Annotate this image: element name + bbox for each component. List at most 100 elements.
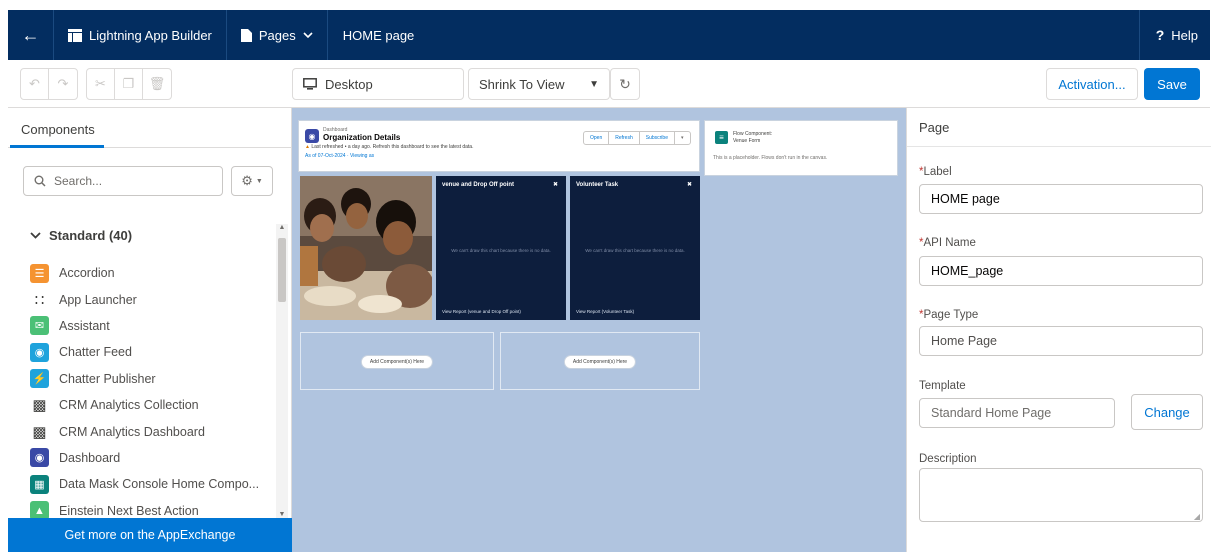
cut-button[interactable]: ✂ [87, 69, 115, 99]
dashboard-refresh-button[interactable]: Refresh [609, 132, 640, 144]
component-list: ☰ Accordion ∷ App Launcher ✉ Assistant ◉ Chatte… [30, 260, 280, 524]
component-search-input[interactable]: Search... [23, 166, 223, 196]
app-launcher-icon: ∷ [34, 291, 45, 309]
arrow-left-icon: ← [21, 24, 40, 45]
component-item[interactable]: ◉ Chatter Feed [30, 339, 280, 365]
dashboard-open-button[interactable]: Open [584, 132, 610, 144]
scrollbar-thumb[interactable] [278, 238, 286, 302]
components-panel: Components Search... ⚙ ▼ Standard (40) ☰… [8, 108, 292, 552]
redo-icon: ↷ [57, 76, 69, 91]
component-item-label: Assistant [59, 318, 110, 333]
dashboard-component[interactable]: ◉ Dashboard Organization Details ▲ Last … [298, 120, 700, 172]
component-item[interactable]: ◉ Dashboard [30, 445, 280, 471]
undo-button[interactable]: ↶ [21, 69, 49, 99]
search-placeholder: Search... [54, 174, 103, 188]
label-field-label: *Label [919, 166, 952, 178]
dashboard-subscribe-button[interactable]: Subscribe [640, 132, 675, 144]
change-template-button[interactable]: Change [1131, 394, 1203, 430]
caret-down-icon: ▼ [255, 177, 263, 185]
expand-icon[interactable]: ✖ [687, 181, 692, 188]
standard-section-header[interactable]: Standard (40) [30, 228, 132, 243]
component-item-label: Accordion [59, 266, 115, 281]
report-chart-volunteer[interactable]: Volunteer Task ✖ We can't draw this char… [570, 176, 700, 320]
dashboard-more-button[interactable]: ▾ [675, 132, 690, 144]
analytics-dashboard-icon: ▩ [32, 423, 47, 441]
back-button[interactable]: ← [8, 10, 54, 60]
scroll-down-icon[interactable]: ▼ [276, 511, 288, 518]
redo-button[interactable]: ↷ [49, 69, 77, 99]
section-title: Standard (40) [49, 228, 133, 243]
settings-menu-button[interactable]: ⚙ ▼ [231, 166, 273, 196]
description-textarea[interactable]: ◢ [919, 468, 1203, 522]
pages-label: Pages [258, 27, 296, 43]
builder-toolbar: ↶ ↷ ✂ ❐ 🗑 Desktop Shrink To View ▼ ↻ Act… [8, 60, 1210, 108]
description-field-label: Description [919, 453, 977, 465]
resize-grip-icon[interactable]: ◢ [1194, 512, 1200, 521]
dashboard-title: Organization Details [323, 133, 401, 142]
page-icon [240, 28, 252, 42]
help-button[interactable]: ? Help [1138, 10, 1210, 60]
assistant-icon: ✉ [30, 316, 49, 336]
flow-title: Flow Component: [733, 131, 773, 137]
device-selector[interactable]: Desktop [292, 68, 464, 100]
refresh-button[interactable]: ↻ [610, 68, 640, 100]
api-name-input[interactable]: HOME_page [919, 256, 1203, 286]
flow-placeholder-note: This is a placeholder. Flows don't run i… [713, 155, 828, 161]
dashboard-icon: ◉ [305, 129, 319, 143]
component-item-label: CRM Analytics Dashboard [59, 424, 205, 439]
flow-icon: ≡ [715, 131, 728, 144]
edit-actions-group: ✂ ❐ 🗑 [86, 68, 172, 100]
component-item-label: Chatter Publisher [59, 371, 156, 386]
tab-components-label: Components [21, 122, 95, 137]
api-name-field-label: *API Name [919, 237, 976, 249]
tab-components[interactable]: Components [8, 108, 292, 148]
dashboard-actions: Open Refresh Subscribe ▾ [583, 131, 691, 145]
scroll-up-icon[interactable]: ▲ [276, 224, 288, 231]
save-button[interactable]: Save [1144, 68, 1200, 100]
device-label: Desktop [325, 76, 373, 92]
expand-icon[interactable]: ✖ [553, 181, 558, 188]
zoom-select[interactable]: Shrink To View ▼ [468, 68, 610, 100]
label-input[interactable]: HOME page [919, 184, 1203, 214]
page-type-value: Home Page [919, 326, 1203, 356]
app-builder-icon [68, 28, 82, 42]
view-report-link[interactable]: View Report (venue and Drop Off point) [442, 309, 521, 314]
chart-card-title: venue and Drop Off point [442, 182, 514, 188]
component-item[interactable]: ✉ Assistant [30, 313, 280, 339]
chevron-down-icon [30, 232, 41, 239]
component-item[interactable]: ∷ App Launcher [30, 286, 280, 312]
component-list-scrollbar[interactable]: ▲ ▼ [276, 224, 288, 518]
search-icon [34, 175, 46, 187]
component-dropzone-right[interactable]: Add Component(s) Here [500, 332, 700, 390]
component-item[interactable]: ▩ CRM Analytics Dashboard [30, 418, 280, 444]
component-item-label: App Launcher [59, 292, 137, 307]
dashboard-as-of: As of 07-Oct-2024 · Viewing as [305, 153, 375, 159]
add-component-label: Add Component(s) Here [360, 355, 434, 369]
chatter-publisher-icon: ⚡ [30, 369, 49, 389]
undo-redo-group: ↶ ↷ [20, 68, 78, 100]
component-item[interactable]: ▦ Data Mask Console Home Compo... [30, 471, 280, 497]
component-item[interactable]: ☰ Accordion [30, 260, 280, 286]
delete-button[interactable]: 🗑 [143, 69, 171, 99]
page-type-field-label: *Page Type [919, 309, 979, 321]
component-item-label: CRM Analytics Collection [59, 398, 199, 413]
copy-button[interactable]: ❐ [115, 69, 143, 99]
dashboard-icon: ◉ [30, 448, 49, 468]
component-item[interactable]: ⚡ Chatter Publisher [30, 366, 280, 392]
chart-card-title: Volunteer Task [576, 182, 619, 188]
desktop-icon [303, 78, 317, 90]
question-icon: ? [1155, 27, 1165, 43]
component-item-label: Chatter Feed [59, 345, 132, 360]
flow-component[interactable]: ≡ Flow Component: Venue Form This is a p… [704, 120, 898, 176]
view-report-link[interactable]: View Report (Volunteer Task) [576, 309, 634, 314]
appexchange-link[interactable]: Get more on the AppExchange [8, 518, 292, 552]
image-component[interactable] [300, 176, 432, 320]
activation-button[interactable]: Activation... [1046, 68, 1138, 100]
pages-menu[interactable]: Pages [227, 10, 328, 60]
add-component-label: Add Component(s) Here [563, 355, 637, 369]
component-item[interactable]: ▩ CRM Analytics Collection [30, 392, 280, 418]
report-chart-venue[interactable]: venue and Drop Off point ✖ We can't draw… [436, 176, 566, 320]
component-dropzone-left[interactable]: Add Component(s) Here [300, 332, 494, 390]
tab-active-indicator [10, 145, 104, 148]
flow-subtitle: Venue Form [733, 138, 761, 144]
